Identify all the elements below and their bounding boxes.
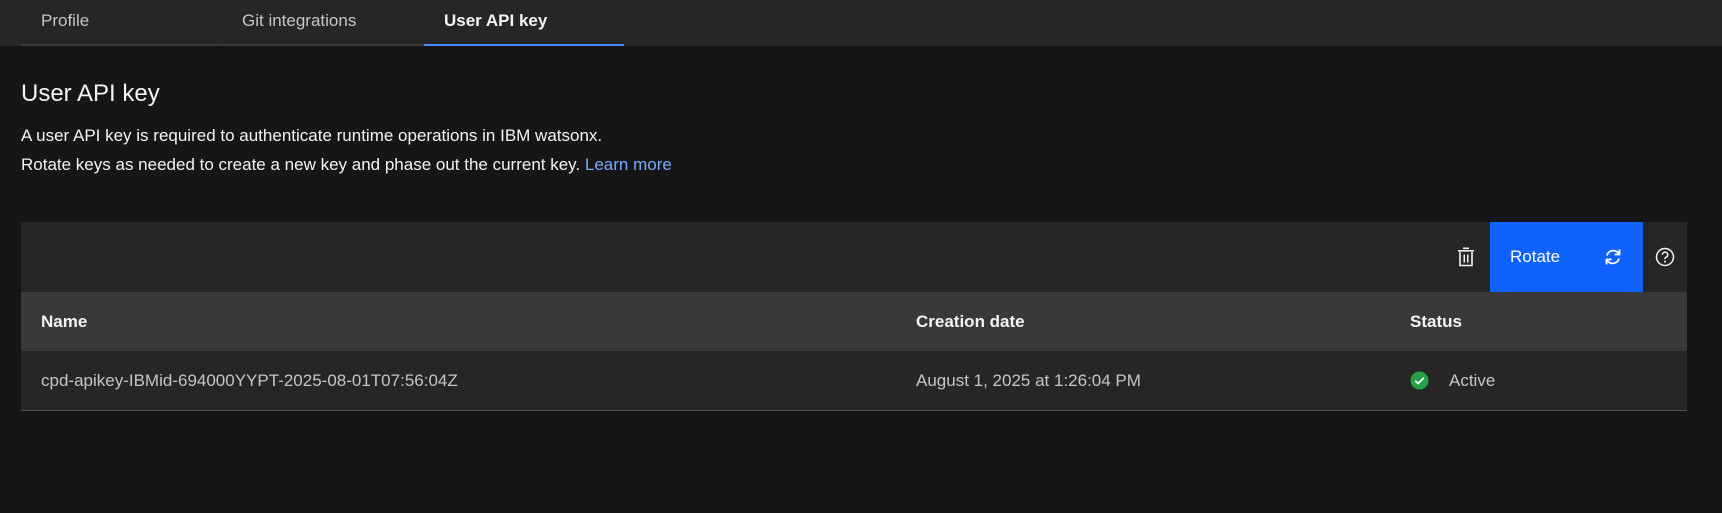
- table-toolbar: Rotate: [21, 222, 1687, 292]
- rotate-button[interactable]: Rotate: [1490, 222, 1643, 292]
- row-status: Active: [1410, 351, 1495, 410]
- description-line-2-text: Rotate keys as needed to create a new ke…: [21, 155, 581, 174]
- tab-user-api-key[interactable]: User API key: [424, 0, 624, 46]
- row-creation-date: August 1, 2025 at 1:26:04 PM: [916, 370, 1141, 390]
- help-icon: [1655, 247, 1675, 267]
- rotate-icon: [1605, 249, 1621, 265]
- header-status: Status: [1410, 311, 1462, 331]
- learn-more-link[interactable]: Learn more: [585, 155, 672, 174]
- tab-profile-label: Profile: [41, 11, 90, 30]
- delete-button[interactable]: [1441, 222, 1491, 292]
- tab-profile[interactable]: Profile: [21, 0, 221, 46]
- tab-git-integrations-label: Git integrations: [242, 11, 357, 30]
- check-circle-icon: [1410, 371, 1429, 390]
- table-row[interactable]: cpd-apikey-IBMid-694000YYPT-2025-08-01T0…: [21, 351, 1687, 411]
- api-key-table: Rotate Name Creation date Status cpd-api…: [21, 222, 1687, 411]
- header-name: Name: [41, 311, 88, 331]
- tab-bar: Profile Git integrations User API key: [0, 0, 1722, 46]
- tab-user-api-key-label: User API key: [444, 11, 548, 30]
- table-header: Name Creation date Status: [21, 292, 1687, 351]
- help-button[interactable]: [1643, 222, 1687, 292]
- description-line-2: Rotate keys as needed to create a new ke…: [21, 155, 672, 175]
- tab-git-integrations[interactable]: Git integrations: [222, 0, 424, 46]
- row-name: cpd-apikey-IBMid-694000YYPT-2025-08-01T0…: [41, 370, 458, 390]
- description-line-1: A user API key is required to authentica…: [21, 126, 603, 145]
- trash-icon: [1458, 247, 1474, 267]
- status-text: Active: [1449, 370, 1496, 390]
- rotate-button-label: Rotate: [1510, 247, 1561, 266]
- header-creation-date: Creation date: [916, 311, 1025, 331]
- page-title: User API key: [21, 80, 160, 107]
